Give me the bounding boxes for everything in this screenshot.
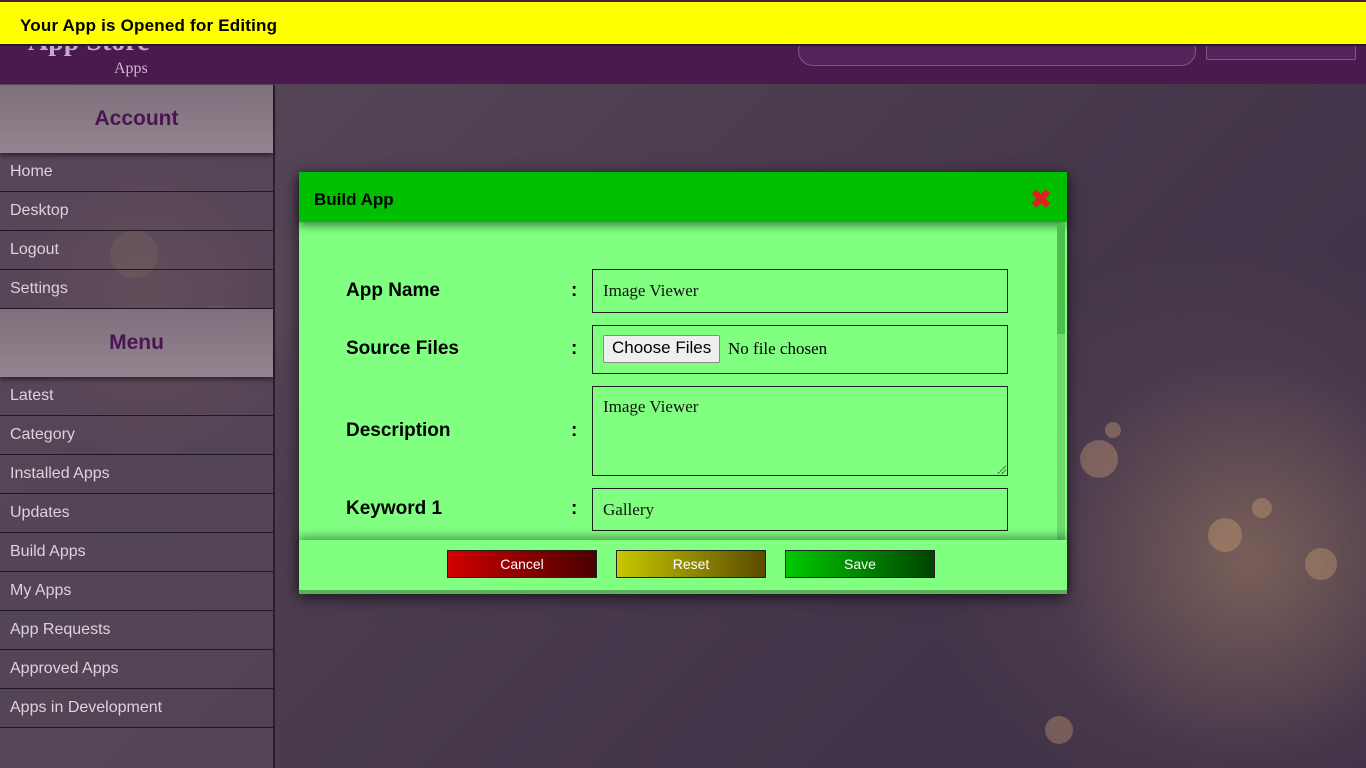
field-colon: : — [571, 338, 578, 359]
scrollbar-thumb[interactable] — [1057, 224, 1065, 334]
sidebar-section-account: Account — [0, 85, 273, 153]
source-files-label: Source Files — [346, 338, 459, 359]
sidebar-section-menu: Menu — [0, 309, 273, 377]
bokeh-dot — [1252, 498, 1272, 518]
bokeh-dot — [1105, 422, 1121, 438]
brand-subtitle: Apps — [114, 60, 148, 77]
bokeh-dot — [1208, 518, 1242, 552]
sidebar-item-latest[interactable]: Latest — [0, 377, 273, 416]
bokeh-dot — [1080, 440, 1118, 478]
sidebar-item-installed-apps[interactable]: Installed Apps — [0, 455, 273, 494]
keyword1-input[interactable]: Gallery — [592, 488, 1008, 531]
app-name-input[interactable]: Image Viewer — [592, 269, 1008, 313]
sidebar-item-settings[interactable]: Settings — [0, 270, 273, 309]
field-colon: : — [571, 420, 578, 441]
build-app-dialog: Build App ✖ App Name : Image Viewer Sour… — [299, 172, 1067, 594]
file-status-text: No file chosen — [728, 339, 828, 358]
description-label: Description — [346, 420, 451, 441]
save-button[interactable]: Save — [785, 550, 935, 578]
cancel-button[interactable]: Cancel — [447, 550, 597, 578]
app-name-label: App Name — [346, 280, 440, 301]
sidebar-item-build-apps[interactable]: Build Apps — [0, 533, 273, 572]
sidebar-item-my-apps[interactable]: My Apps — [0, 572, 273, 611]
resize-grip-icon[interactable] — [996, 464, 1006, 474]
choose-files-button[interactable]: Choose Files — [603, 335, 721, 363]
sidebar-item-updates[interactable]: Updates — [0, 494, 273, 533]
field-colon: : — [571, 280, 578, 301]
reset-button[interactable]: Reset — [616, 550, 766, 578]
sidebar-item-apps-in-development[interactable]: Apps in Development — [0, 689, 273, 728]
close-icon[interactable]: ✖ — [1029, 186, 1053, 212]
editing-notice-banner: Your App is Opened for Editing — [0, 2, 1366, 46]
sidebar-item-app-requests[interactable]: App Requests — [0, 611, 273, 650]
dialog-form: App Name : Image Viewer Source Files : C… — [299, 222, 1057, 540]
dialog-title: Build App — [314, 190, 394, 209]
sidebar-item-desktop[interactable]: Desktop — [0, 192, 273, 231]
description-textarea[interactable]: Image Viewer — [592, 386, 1008, 476]
dialog-header: Build App ✖ — [299, 172, 1067, 222]
sidebar-item-home[interactable]: Home — [0, 153, 273, 192]
dialog-footer: Cancel Reset Save — [299, 540, 1067, 594]
sidebar-item-logout[interactable]: Logout — [0, 231, 273, 270]
bokeh-dot — [1045, 716, 1073, 744]
description-text: Image Viewer — [603, 397, 699, 416]
sidebar-item-approved-apps[interactable]: Approved Apps — [0, 650, 273, 689]
sidebar: Account Home Desktop Logout Settings Men… — [0, 85, 275, 768]
source-files-field: Choose Files No file chosen — [592, 325, 1008, 374]
dialog-scrollbar[interactable] — [1057, 224, 1065, 540]
bokeh-dot — [1305, 548, 1337, 580]
keyword1-label: Keyword 1 — [346, 498, 443, 519]
field-colon: : — [571, 498, 578, 519]
sidebar-item-category[interactable]: Category — [0, 416, 273, 455]
